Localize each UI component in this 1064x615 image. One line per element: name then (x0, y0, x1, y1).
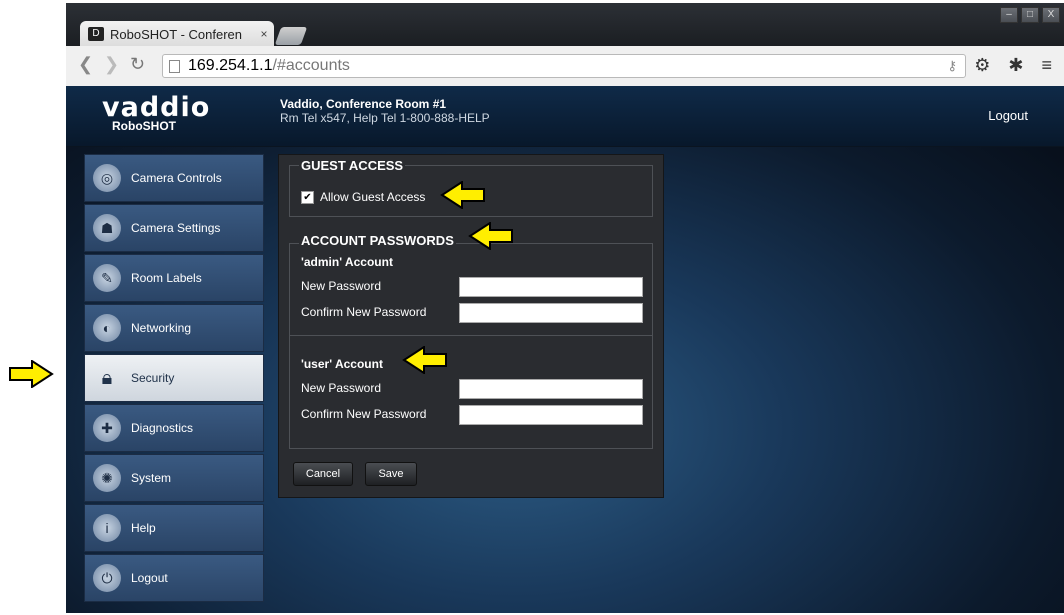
admin-confirm-password-input[interactable] (459, 303, 643, 323)
user-new-password-label: New Password (301, 381, 382, 395)
sidebar-item-label: Logout (131, 571, 168, 585)
allow-guest-access-checkbox[interactable]: ✔ (301, 190, 314, 204)
sidebar-nav: ◎ Camera Controls ☗ Camera Settings ✎ Ro… (84, 154, 264, 604)
help-icon: i (93, 514, 121, 542)
url-host: 169.254.1.1 (188, 57, 273, 74)
sidebar-item-label: Networking (131, 321, 192, 335)
address-bar[interactable]: 169.254.1.1 /#accounts ⚷ (162, 54, 966, 78)
sidebar-item-logout[interactable]: ⏻︎ Logout (84, 554, 264, 602)
extension-icon[interactable]: ✱ (1008, 55, 1023, 76)
allow-guest-access-row[interactable]: ✔ Allow Guest Access (301, 190, 425, 204)
key-icon[interactable]: ⚷ (947, 58, 957, 74)
admin-account-heading: 'admin' Account (301, 255, 393, 269)
close-window-button[interactable]: X (1042, 7, 1060, 23)
callout-arrow-security-icon (9, 360, 54, 388)
sidebar-item-diagnostics[interactable]: ✚ Diagnostics (84, 404, 264, 452)
toolbar-icons: ⚙ ✱ ≡ (974, 55, 1052, 76)
sidebar-item-room-labels[interactable]: ✎ Room Labels (84, 254, 264, 302)
sidebar-item-camera-settings[interactable]: ☗ Camera Settings (84, 204, 264, 252)
room-name: Vaddio, Conference Room #1 (280, 97, 447, 111)
sidebar-item-camera-controls[interactable]: ◎ Camera Controls (84, 154, 264, 202)
reload-icon[interactable]: ↻ (130, 54, 145, 75)
tab-title: RoboSHOT - Conferen (110, 26, 242, 42)
user-confirm-password-input[interactable] (459, 405, 643, 425)
room-labels-icon: ✎ (93, 264, 121, 292)
camera-controls-icon: ◎ (93, 164, 121, 192)
forward-arrow-icon[interactable]: ❯ (104, 54, 119, 75)
room-info: Vaddio, Conference Room #1 Rm Tel x547, … (280, 97, 490, 125)
back-arrow-icon[interactable]: ❮ (78, 54, 93, 75)
section-divider (289, 335, 653, 336)
window-controls: – □ X (1000, 7, 1060, 23)
header-logout-link[interactable]: Logout (988, 108, 1028, 123)
admin-new-password-label: New Password (301, 279, 382, 293)
sidebar-item-help[interactable]: i Help (84, 504, 264, 552)
allow-guest-access-label: Allow Guest Access (320, 190, 426, 204)
url-path: /#accounts (272, 57, 350, 74)
account-passwords-title: ACCOUNT PASSWORDS (299, 233, 456, 248)
title-bar: D RoboSHOT - Conferen × – □ X (66, 3, 1064, 47)
sidebar-item-label: Camera Controls (131, 171, 222, 185)
admin-confirm-password-label: Confirm New Password (301, 305, 427, 319)
user-new-password-input[interactable] (459, 379, 643, 399)
callout-arrow-passwords-icon (468, 222, 513, 250)
vaddio-favicon-icon: D (88, 27, 104, 41)
diagnostics-icon: ✚ (93, 414, 121, 442)
guest-access-title: GUEST ACCESS (299, 158, 406, 173)
save-button[interactable]: Save (365, 462, 417, 486)
menu-icon[interactable]: ≡ (1041, 55, 1052, 76)
user-account-heading: 'user' Account (301, 357, 383, 371)
tab-close-icon[interactable]: × (254, 27, 274, 41)
networking-icon: ◐ (93, 314, 121, 342)
camera-settings-icon: ☗ (93, 214, 121, 242)
minimize-button[interactable]: – (1000, 7, 1018, 23)
app-header: vaddio RoboSHOT Vaddio, Conference Room … (66, 86, 1064, 147)
power-icon: ⏻︎ (93, 564, 121, 592)
room-phone: Rm Tel x547, Help Tel 1-800-888-HELP (280, 111, 490, 125)
maximize-button[interactable]: □ (1021, 7, 1039, 23)
new-tab-button[interactable] (274, 27, 308, 45)
callout-arrow-guest-icon (440, 181, 485, 209)
browser-window: D RoboSHOT - Conferen × – □ X ❮ ❯ ↻ 169.… (66, 3, 1064, 613)
user-confirm-password-label: Confirm New Password (301, 407, 427, 421)
sidebar-item-label: Diagnostics (131, 421, 194, 435)
vaddio-logo: vaddio RoboSHOT (102, 92, 210, 133)
system-icon: ✺ (93, 464, 121, 492)
cancel-button[interactable]: Cancel (293, 462, 353, 486)
sidebar-item-label: System (131, 471, 172, 485)
sidebar-item-label: Camera Settings (131, 221, 221, 235)
sidebar-item-label: Security (131, 371, 175, 385)
browser-tab[interactable]: D RoboSHOT - Conferen × (80, 21, 274, 47)
page-icon (169, 59, 180, 73)
sidebar-item-system[interactable]: ✺ System (84, 454, 264, 502)
sidebar-item-label: Room Labels (131, 271, 202, 285)
lock-icon: 🔒︎ (101, 366, 113, 389)
admin-new-password-input[interactable] (459, 277, 643, 297)
sidebar-item-security[interactable]: 🔒︎ Security (84, 354, 264, 402)
callout-arrow-user-icon (402, 346, 447, 374)
sidebar-item-label: Help (131, 521, 156, 535)
app-area: vaddio RoboSHOT Vaddio, Conference Room … (66, 86, 1064, 613)
sidebar-item-networking[interactable]: ◐ Networking (84, 304, 264, 352)
browser-toolbar: ❮ ❯ ↻ 169.254.1.1 /#accounts ⚷ ⚙ ✱ ≡ (66, 46, 1064, 87)
gear-icon[interactable]: ⚙ (974, 55, 990, 76)
